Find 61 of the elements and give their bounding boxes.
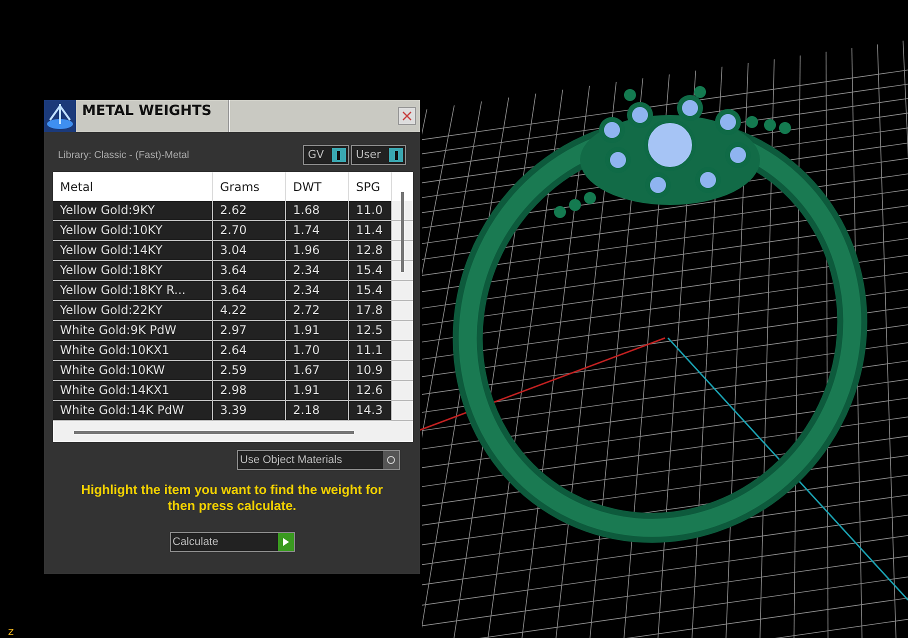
vertical-scrollbar[interactable] xyxy=(401,192,404,272)
table-cell: 2.34 xyxy=(286,281,349,300)
table-cell: 10.9 xyxy=(349,361,392,380)
table-cell: 11.4 xyxy=(349,221,392,240)
table-cell: 1.68 xyxy=(286,201,349,220)
table-cell: 12.6 xyxy=(349,381,392,400)
table-cell: Yellow Gold:18KY R... xyxy=(53,281,213,300)
table-cell: 1.91 xyxy=(286,381,349,400)
table-cell: Yellow Gold:22KY xyxy=(53,301,213,320)
table-cell: 2.98 xyxy=(213,381,286,400)
table-cell: 12.8 xyxy=(349,241,392,260)
horizontal-scrollbar[interactable] xyxy=(74,431,354,434)
toggle-indicator-icon xyxy=(332,148,346,162)
table-cell: Yellow Gold:9KY xyxy=(53,201,213,220)
table-cell: 1.70 xyxy=(286,341,349,360)
table-cell: White Gold:9K PdW xyxy=(53,321,213,340)
toggle-switch[interactable]: User xyxy=(350,145,406,165)
table-cell: 2.70 xyxy=(213,221,286,240)
table-cell: 3.04 xyxy=(213,241,286,260)
table-cell: 15.4 xyxy=(349,281,392,300)
table-cell: 2.34 xyxy=(286,261,349,280)
table-cell: 3.64 xyxy=(213,281,286,300)
table-cell: 3.39 xyxy=(213,401,286,420)
table-cell: White Gold:14KX1 xyxy=(53,381,213,400)
table-cell: 1.96 xyxy=(286,241,349,260)
calculate-button[interactable]: Calculate xyxy=(170,532,294,552)
axis-label: z xyxy=(8,626,14,638)
table-cell: 2.62 xyxy=(213,201,286,220)
instruction-text: Highlight the item you want to find the weight for then press calculate. xyxy=(80,482,384,514)
table-cell: 2.18 xyxy=(286,401,349,420)
table-cell: 15.4 xyxy=(349,261,392,280)
close-button[interactable] xyxy=(398,107,416,125)
use-object-materials-toggle[interactable]: Use Object Materials xyxy=(237,450,400,470)
table-cell: White Gold:10KW xyxy=(53,361,213,380)
table-cell: 11.1 xyxy=(349,341,392,360)
table-cell: 3.64 xyxy=(213,261,286,280)
table-cell: 2.59 xyxy=(213,361,286,380)
table-cell: 2.97 xyxy=(213,321,286,340)
toggle-indicator-icon xyxy=(389,148,403,162)
close-icon xyxy=(402,111,412,121)
table-cell: Yellow Gold:14KY xyxy=(53,241,213,260)
table-cell: Yellow Gold:10KY xyxy=(53,221,213,240)
table-cell: Yellow Gold:18KY xyxy=(53,261,213,280)
toggle-switch[interactable]: GV xyxy=(302,145,349,165)
table-cell: 14.3 xyxy=(349,401,392,420)
table-cell: 17.8 xyxy=(349,301,392,320)
table-cell: White Gold:14K PdW xyxy=(53,401,213,420)
table-cell: 1.91 xyxy=(286,321,349,340)
panel-title: METAL WEIGHTS xyxy=(82,102,213,121)
table-cell: 4.22 xyxy=(213,301,286,320)
table-cell: 1.67 xyxy=(286,361,349,380)
table-cell: 2.64 xyxy=(213,341,286,360)
table-cell: 12.5 xyxy=(349,321,392,340)
scale-logo-icon xyxy=(44,100,76,132)
table-cell: 11.0 xyxy=(349,201,392,220)
table-cell: 1.74 xyxy=(286,221,349,240)
play-icon xyxy=(278,533,294,551)
toggle-indicator-icon xyxy=(383,451,399,469)
table-cell: White Gold:10KX1 xyxy=(53,341,213,360)
table-cell: 2.72 xyxy=(286,301,349,320)
library-label: Library: Classic - (Fast)-Metal xyxy=(58,148,190,162)
